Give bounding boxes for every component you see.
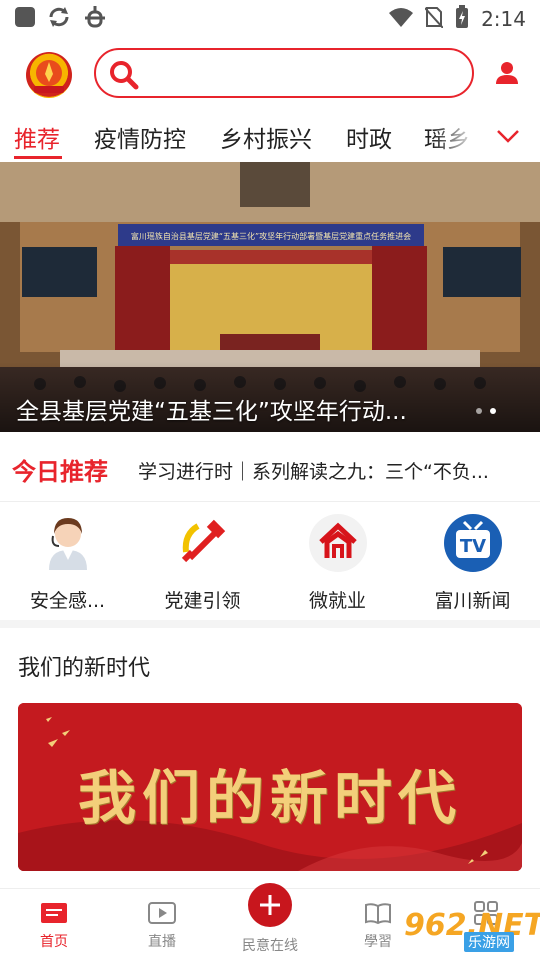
hero-banner[interactable]: 富川瑶族自治县基层党建“五基三化”攻坚年行动部署暨基层党建重点任务推进会 全县基…	[0, 162, 540, 432]
customer-service-icon	[37, 512, 99, 574]
quick-link-label: 富川新闻	[434, 590, 511, 612]
app-header	[0, 38, 540, 110]
tab-politics[interactable]: 时政	[346, 120, 392, 154]
search-icon	[110, 61, 139, 90]
tab-recommend[interactable]: 推荐	[14, 120, 60, 154]
app-logo[interactable]	[26, 52, 72, 98]
nav-public-opinion-label[interactable]: 民意在线	[230, 935, 310, 955]
nav-home-label: 首页	[40, 934, 68, 950]
site-watermark: 962.NET 乐游网	[404, 908, 540, 952]
status-bar: 2:14	[0, 0, 540, 38]
sync-icon	[46, 4, 72, 34]
user-icon[interactable]	[494, 60, 520, 86]
battery-charging-icon	[455, 4, 469, 34]
tab-active-indicator	[14, 156, 62, 159]
chevron-down-icon[interactable]	[494, 122, 522, 150]
section-banner[interactable]: 我们的新时代	[18, 703, 522, 871]
quick-link-label: 安全感...	[29, 590, 106, 612]
tab-rural[interactable]: 乡村振兴	[220, 120, 312, 154]
carousel-dot-active[interactable]	[490, 408, 496, 414]
nav-live[interactable]: 直播	[122, 901, 202, 951]
quick-link-label: 党建引领	[164, 590, 241, 612]
quick-link-label: 微就业	[308, 590, 366, 612]
employment-icon	[307, 512, 369, 574]
today-recommend-headline[interactable]: 学习进行时｜系列解读之九：三个“不负...	[138, 457, 522, 484]
plus-icon	[260, 895, 280, 915]
book-icon	[364, 901, 392, 925]
watermark-site: 乐游网	[464, 932, 514, 952]
today-recommend-bar[interactable]: 今日推荐 学习进行时｜系列解读之九：三个“不负...	[0, 432, 540, 502]
no-sim-icon	[424, 6, 444, 33]
clock-time: 2:14	[481, 7, 526, 31]
quick-link-party[interactable]: 党建引领	[135, 512, 270, 613]
carousel-dots	[476, 408, 496, 414]
app-square-icon	[14, 6, 36, 32]
nav-home[interactable]: 首页	[14, 901, 94, 951]
today-recommend-title: 今日推荐	[12, 458, 108, 486]
tv-icon: TV	[442, 512, 504, 574]
play-icon	[148, 901, 176, 925]
quick-link-news[interactable]: TV 富川新闻	[405, 512, 540, 613]
category-tabs: 推荐 疫情防控 乡村振兴 时政 瑶乡	[0, 112, 540, 162]
svg-text:富川瑶族自治县基层党建“五基三化”攻坚年行动部署暨基层党建重: 富川瑶族自治县基层党建“五基三化”攻坚年行动部署暨基层党建重点任务推进会	[131, 231, 411, 241]
search-input[interactable]	[94, 48, 474, 98]
bug-icon	[82, 4, 108, 34]
quick-link-employment[interactable]: 微就业	[270, 512, 405, 613]
tab-epidemic[interactable]: 疫情防控	[94, 120, 186, 154]
section-banner-text: 我们的新时代	[78, 764, 463, 832]
quick-link-safety[interactable]: 安全感...	[0, 512, 135, 613]
nav-public-opinion-button[interactable]	[248, 883, 292, 927]
nav-live-label: 直播	[148, 934, 176, 950]
banner-caption: 全县基层党建“五基三化”攻坚年行动...	[16, 399, 407, 425]
section-title: 我们的新时代	[18, 656, 151, 681]
carousel-dot[interactable]	[476, 408, 482, 414]
home-news-icon	[40, 901, 68, 925]
svg-text:TV: TV	[459, 536, 485, 557]
wifi-icon	[389, 7, 414, 32]
party-emblem-icon	[172, 512, 234, 574]
quick-links: 安全感... 党建引领 微就业 TV 富川新闻	[0, 502, 540, 628]
